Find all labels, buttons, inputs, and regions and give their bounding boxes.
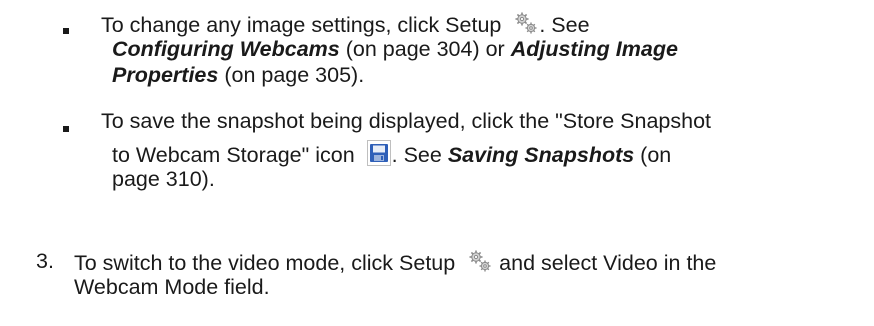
item-2-text-after: . See xyxy=(391,143,448,167)
link-configuring-webcams[interactable]: Configuring Webcams xyxy=(112,37,340,61)
item-3-text: To switch to the video mode, click Setup xyxy=(74,251,462,275)
link-adjusting-image-properties[interactable]: Adjusting Image xyxy=(511,37,678,61)
step-number: 3. xyxy=(36,249,54,273)
item-3-text-after: and select Video in the xyxy=(493,251,717,275)
gear-icon xyxy=(513,10,539,36)
item-2-line-1: To save the snapshot being displayed, cl… xyxy=(101,108,711,134)
item-1-line-2: Configuring Webcams (on page 304) or Adj… xyxy=(112,36,678,62)
item-3-line-2: Webcam Mode field. xyxy=(74,274,270,300)
item-1-text-after: . See xyxy=(539,13,590,37)
link-adjusting-image-properties-cont[interactable]: Properties xyxy=(112,63,218,87)
item-1-line-1: To change any image settings, click Setu… xyxy=(101,10,590,38)
item-2-page-ref: page 310). xyxy=(112,167,215,191)
item-1-line-3: Properties (on page 305). xyxy=(112,62,364,88)
link-saving-snapshots[interactable]: Saving Snapshots xyxy=(448,143,634,167)
document-page: To change any image settings, click Setu… xyxy=(0,0,874,326)
item-3-text-end: Webcam Mode field. xyxy=(74,275,270,299)
gear-icon xyxy=(467,248,493,274)
bullet-marker xyxy=(63,28,69,34)
item-2-text: To save the snapshot being displayed, cl… xyxy=(101,109,712,133)
save-icon xyxy=(366,140,391,166)
item-2-text-before: to Webcam Storage" icon xyxy=(112,143,361,167)
item-1-text-mid: (on page 304) or xyxy=(339,37,511,61)
item-1-text-end: (on page 305). xyxy=(218,63,365,87)
item-3-line-1: To switch to the video mode, click Setup xyxy=(74,248,716,276)
bullet-marker xyxy=(63,126,69,132)
item-2-text-end: (on xyxy=(634,143,672,167)
item-2-line-3: page 310). xyxy=(112,166,215,192)
item-1-text: To change any image settings, click Setu… xyxy=(101,13,508,37)
item-2-line-2: to Webcam Storage" icon . See Saving Sna… xyxy=(112,140,671,168)
